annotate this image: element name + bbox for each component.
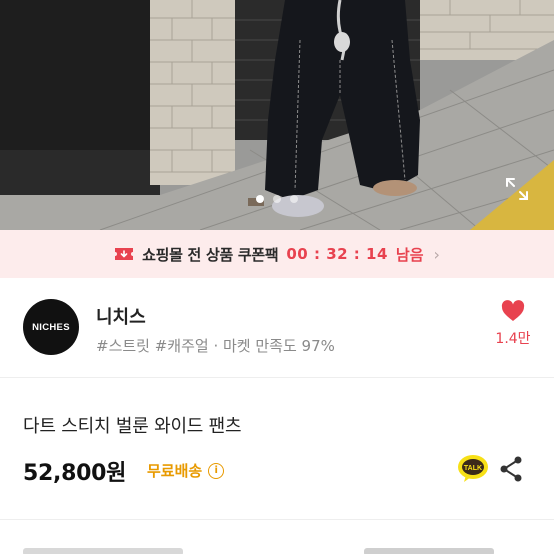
shop-info: NICHES 니치스 #스트릿 #캐주얼 · 마켓 만족도 97% 1.4만 [0, 278, 554, 378]
next-section-partial [0, 520, 554, 554]
favorite-button[interactable]: 1.4만 [486, 300, 540, 348]
heart-icon [501, 300, 525, 321]
product-info: 다트 스티치 벌룬 와이드 팬츠 52,800원 무료배송 i TALK [0, 379, 554, 519]
chevron-right-icon: › [433, 244, 440, 264]
coupon-banner[interactable]: 쇼핑몰 전 상품 쿠폰팩 00 : 32 : 14 남음 › [0, 230, 554, 278]
partial-text-right [364, 548, 494, 554]
gallery-dot[interactable] [290, 195, 298, 203]
share-icon[interactable] [497, 454, 525, 484]
favorite-count: 1.4만 [495, 331, 531, 347]
free-shipping-badge: 무료배송 i [147, 460, 225, 481]
shipping-label: 무료배송 [147, 462, 203, 480]
coupon-remaining-label: 남음 [395, 245, 424, 264]
kakao-talk-icon[interactable]: TALK [457, 453, 489, 485]
gallery-dot[interactable] [273, 195, 281, 203]
gallery-dot-active[interactable] [256, 195, 264, 203]
info-icon[interactable]: i [208, 462, 225, 479]
kakao-talk-label: TALK [464, 465, 482, 472]
product-title: 다트 스티치 벌룬 와이드 팬츠 [23, 416, 242, 437]
gallery-pagination [0, 195, 554, 203]
shop-logo[interactable]: NICHES [23, 299, 79, 355]
product-image[interactable] [0, 0, 554, 230]
shop-tags-satisfaction: #스트릿 #캐주얼 · 마켓 만족도 97% [96, 337, 335, 355]
expand-icon[interactable] [504, 176, 530, 202]
shop-logo-text: NICHES [32, 321, 70, 333]
coupon-ticket-icon [115, 248, 134, 260]
product-price: 52,800원 [23, 461, 127, 486]
partial-text-left [23, 548, 183, 554]
coupon-label: 쇼핑몰 전 상품 쿠폰팩 [142, 245, 279, 264]
coupon-countdown: 00 : 32 : 14 [286, 245, 388, 263]
shop-name[interactable]: 니치스 [96, 303, 146, 329]
